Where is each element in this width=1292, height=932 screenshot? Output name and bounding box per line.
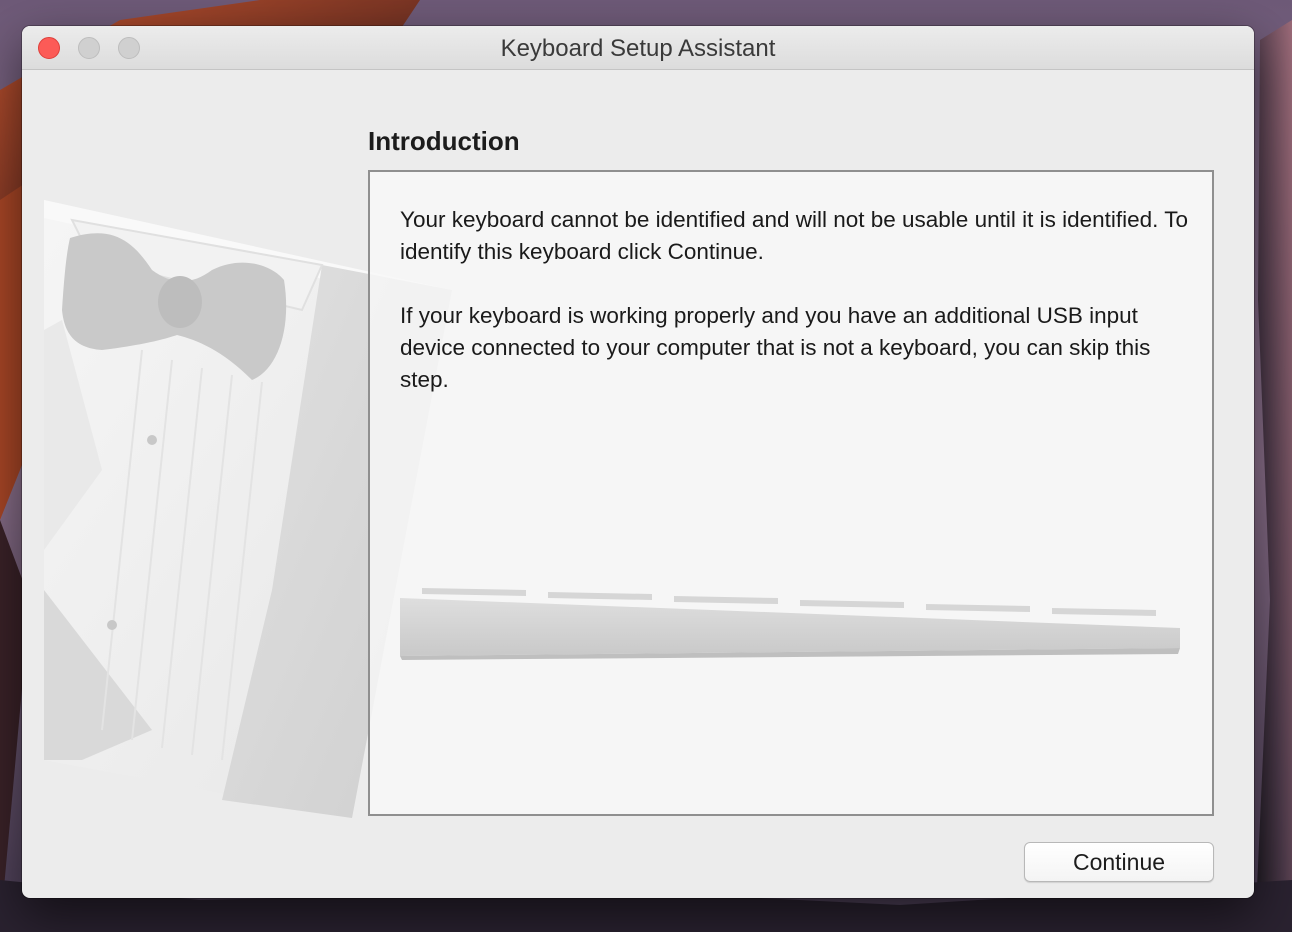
keyboard-setup-assistant-window: Keyboard Setup Assistant Introduction Yo… bbox=[22, 26, 1254, 898]
window-title: Keyboard Setup Assistant bbox=[500, 35, 776, 62]
body-paragraph-1: Your keyboard cannot be identified and w… bbox=[400, 207, 1189, 264]
continue-button[interactable]: Continue bbox=[1024, 842, 1214, 882]
body-paragraph-2: If your keyboard is working properly and… bbox=[400, 303, 1151, 392]
introduction-panel: Your keyboard cannot be identified and w… bbox=[368, 170, 1214, 816]
keyboard-illustration-icon bbox=[400, 588, 1180, 660]
window-titlebar[interactable]: Keyboard Setup Assistant bbox=[22, 26, 1254, 70]
window-content: Introduction Your keyboard cannot be ide… bbox=[22, 70, 1254, 898]
section-heading: Introduction bbox=[368, 126, 520, 156]
